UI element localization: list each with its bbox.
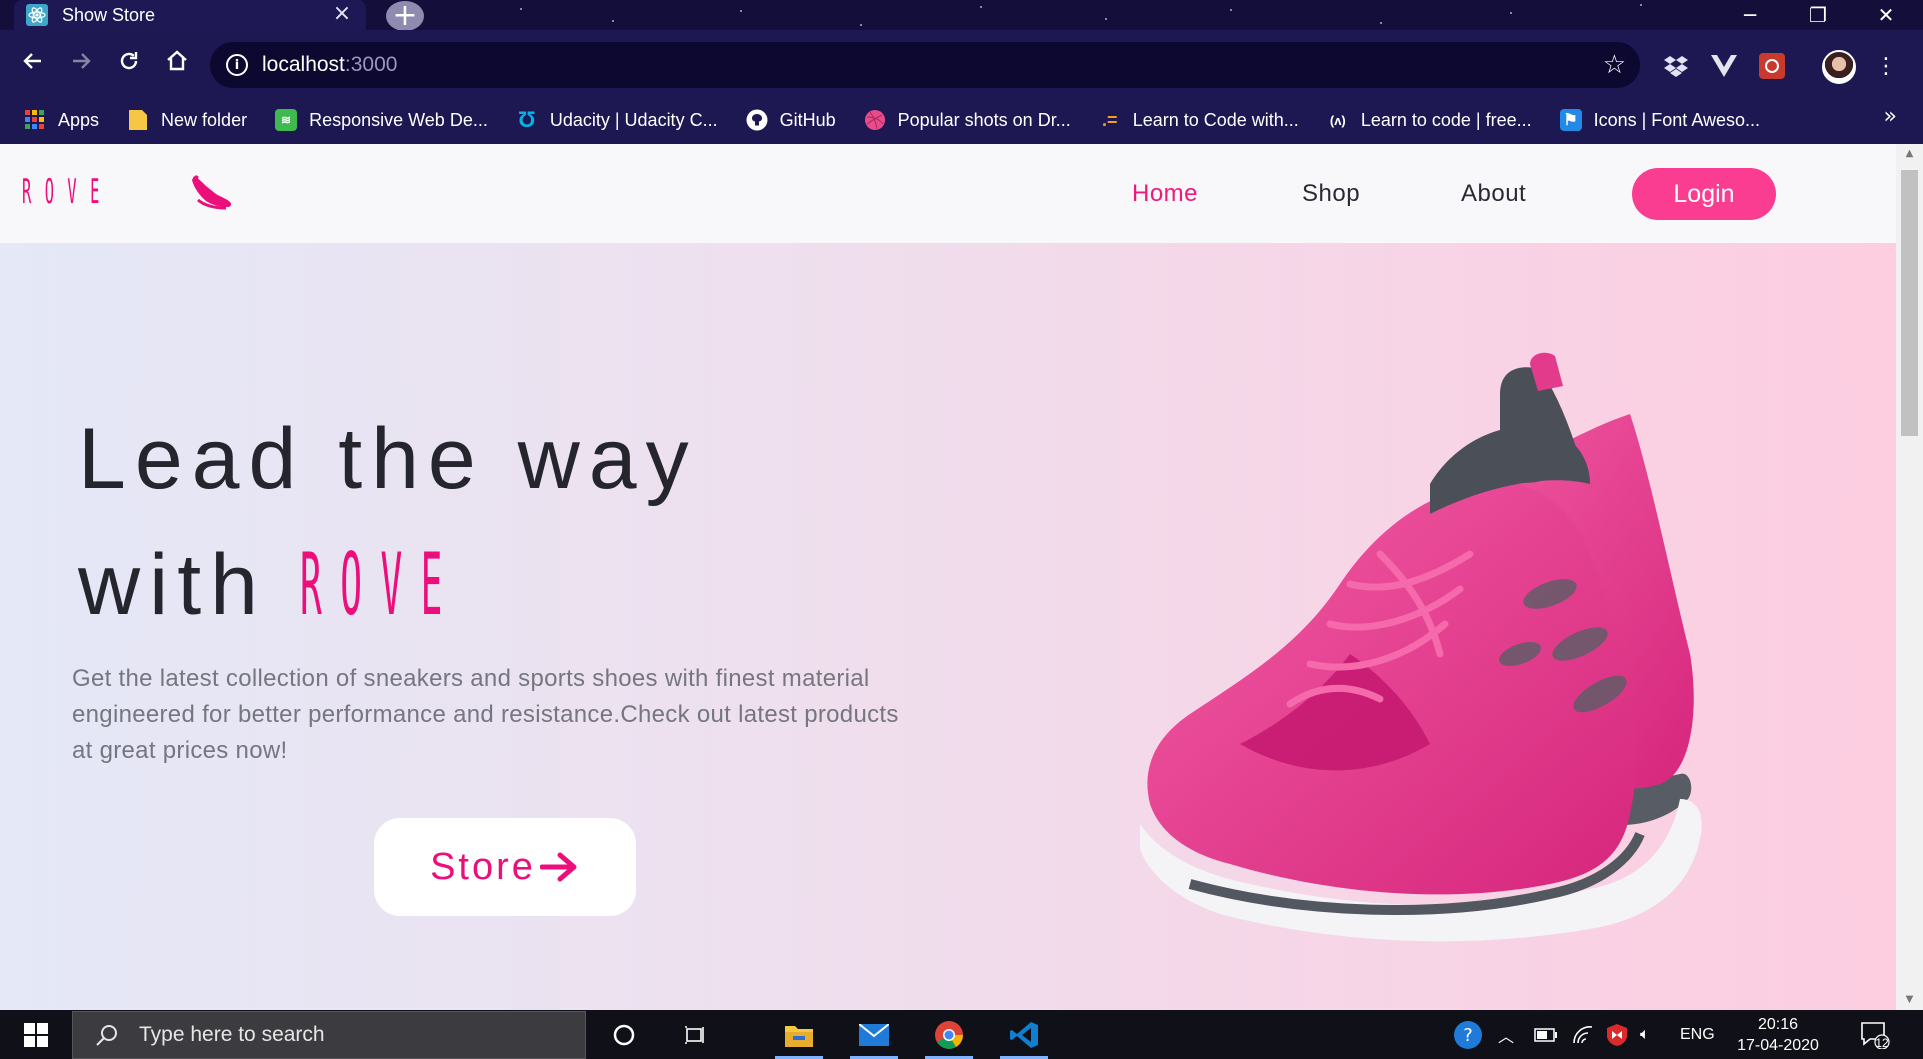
restore-window-icon[interactable]: ❐ <box>1784 0 1852 30</box>
bookmark-label: Udacity | Udacity C... <box>549 109 718 130</box>
taskbar-clock[interactable]: 20:16 17-04-2020 <box>1728 1014 1828 1056</box>
bookmark-freecodecamp[interactable]: (ʌ) Learn to code | free... <box>1327 109 1532 131</box>
apps-grid-icon <box>24 109 46 131</box>
volume-icon[interactable]: 🔈︎ <box>1640 1010 1650 1059</box>
input-language[interactable]: ENG <box>1680 1010 1715 1059</box>
clock-date: 17-04-2020 <box>1737 1037 1819 1054</box>
battery-icon[interactable] <box>1534 1010 1558 1059</box>
udacity-icon: Ʊ <box>518 107 536 132</box>
wifi-icon[interactable] <box>1572 1010 1594 1059</box>
bookmark-star-icon[interactable]: ☆ <box>1603 50 1626 80</box>
scroll-down-arrow-icon[interactable]: ▼ <box>1896 990 1923 1010</box>
taskbar-search-box[interactable]: Type here to search <box>72 1011 586 1059</box>
mail-icon[interactable] <box>846 1010 902 1059</box>
search-icon <box>96 1025 117 1046</box>
browser-tab-strip: Show Store × + ─ ❐ ✕ <box>0 0 1923 31</box>
bookmark-font-awesome[interactable]: ⚑ Icons | Font Aweso... <box>1559 109 1761 131</box>
scrollbar-thumb[interactable] <box>1901 170 1918 436</box>
bookmark-label: Apps <box>58 109 100 130</box>
sneaker-logo-icon <box>192 175 232 210</box>
hero-title-line1: Lead the way <box>78 411 698 507</box>
freecodecamp-icon: (ʌ) <box>1329 112 1346 128</box>
arrow-right-icon <box>539 852 577 882</box>
pink-sneaker-image <box>1140 352 1702 942</box>
store-button-label: Store <box>430 845 536 888</box>
bookmark-codecademy[interactable]: .= Learn to Code with... <box>1099 109 1299 131</box>
chrome-menu-icon[interactable]: ⋮ <box>1872 52 1900 80</box>
logo-text: ROVE <box>22 172 113 212</box>
bookmark-apps[interactable]: Apps <box>24 109 99 131</box>
chrome-taskbar-icon[interactable] <box>921 1010 977 1059</box>
more-bookmarks-icon[interactable]: » <box>1884 104 1897 129</box>
bookmark-label: Icons | Font Aweso... <box>1593 109 1761 130</box>
help-icon[interactable]: ? <box>1452 1010 1484 1059</box>
site-info-icon[interactable]: i <box>226 54 248 76</box>
font-awesome-icon: ⚑ <box>1559 109 1582 131</box>
tray-overflow-icon[interactable]: ︿ <box>1498 1010 1514 1059</box>
site-navbar: ROVE Home Shop About Login <box>0 144 1896 243</box>
github-icon <box>746 109 768 131</box>
codecademy-icon: .= <box>1101 109 1118 130</box>
nav-shop-link[interactable]: Shop <box>1302 180 1360 208</box>
browser-tab-active[interactable]: Show Store × <box>14 0 366 30</box>
home-icon[interactable] <box>160 44 194 78</box>
reload-icon[interactable] <box>112 44 146 78</box>
tab-title: Show Store <box>62 4 156 25</box>
page-viewport: ROVE Home Shop About Login Lead the way … <box>0 144 1896 1010</box>
folder-icon <box>127 109 149 131</box>
bookmark-responsive-web[interactable]: ≋ Responsive Web De... <box>275 109 488 131</box>
hero-description: Get the latest collection of sneakers an… <box>72 665 899 764</box>
nav-about-link[interactable]: About <box>1461 180 1526 208</box>
task-view-icon[interactable] <box>668 1010 724 1059</box>
react-favicon-icon <box>26 4 48 26</box>
forward-arrow-icon[interactable] <box>64 44 98 78</box>
bookmark-label: New folder <box>161 109 248 130</box>
bookmark-label: Learn to Code with... <box>1132 109 1299 130</box>
bookmark-label: Learn to code | free... <box>1360 109 1532 130</box>
bookmark-label: Popular shots on Dr... <box>897 109 1071 130</box>
bookmark-label: GitHub <box>779 109 836 130</box>
hero-title: Lead the way with ROVE <box>78 396 978 648</box>
dribbble-icon <box>864 109 886 131</box>
hero-brand: ROVE <box>299 535 461 635</box>
new-tab-button[interactable]: + <box>384 1 426 31</box>
bookmark-udacity[interactable]: Ʊ Udacity | Udacity C... <box>516 107 718 132</box>
back-arrow-icon[interactable] <box>16 44 50 78</box>
svg-text:?: ? <box>1463 1025 1473 1046</box>
plus-icon: + <box>386 1 424 31</box>
profile-avatar[interactable] <box>1822 50 1856 84</box>
bookmark-label: Responsive Web De... <box>309 109 488 130</box>
address-bar[interactable]: i localhost:3000 ☆ <box>210 42 1640 88</box>
tab-close-icon[interactable]: × <box>330 3 354 27</box>
dropbox-extension-icon[interactable] <box>1662 52 1690 80</box>
clock-time: 20:16 <box>1757 1016 1799 1033</box>
react-devtools-extension-icon[interactable] <box>1758 52 1786 80</box>
bookmark-dribbble[interactable]: Popular shots on Dr... <box>864 109 1071 131</box>
vue-devtools-extension-icon[interactable] <box>1710 52 1738 80</box>
page-scrollbar[interactable]: ▲ ▼ <box>1896 144 1923 1010</box>
windows-start-icon[interactable] <box>0 1010 72 1059</box>
notification-count: 12 <box>1875 1036 1889 1050</box>
minimize-window-icon[interactable]: ─ <box>1716 0 1784 30</box>
windows-taskbar: Type here to search ? ︿ 🔈︎ ENG 20:16 17-… <box>0 1010 1923 1059</box>
bookmark-github[interactable]: GitHub <box>746 109 836 131</box>
site-logo[interactable]: ROVE <box>22 172 232 212</box>
bookmarks-bar: Apps New folder ≋ Responsive Web De... Ʊ… <box>0 96 1923 144</box>
vscode-icon[interactable] <box>996 1010 1052 1059</box>
scroll-up-arrow-icon[interactable]: ▲ <box>1896 144 1923 164</box>
cortana-icon[interactable] <box>596 1010 652 1059</box>
nav-home-link[interactable]: Home <box>1132 180 1198 208</box>
url-host: localhost <box>262 53 345 76</box>
bookmark-new-folder[interactable]: New folder <box>127 109 247 131</box>
store-button[interactable]: Store <box>374 818 636 916</box>
url-port: :3000 <box>344 53 398 76</box>
search-placeholder: Type here to search <box>139 1023 325 1046</box>
responsive-web-icon: ≋ <box>275 109 298 131</box>
login-button[interactable]: Login <box>1632 168 1776 220</box>
mcafee-icon[interactable] <box>1606 1010 1628 1059</box>
close-window-icon[interactable]: ✕ <box>1852 0 1920 30</box>
hero-title-with: with <box>78 537 267 633</box>
file-explorer-icon[interactable] <box>771 1010 827 1059</box>
notification-center-icon[interactable]: 12 <box>1860 1010 1890 1059</box>
